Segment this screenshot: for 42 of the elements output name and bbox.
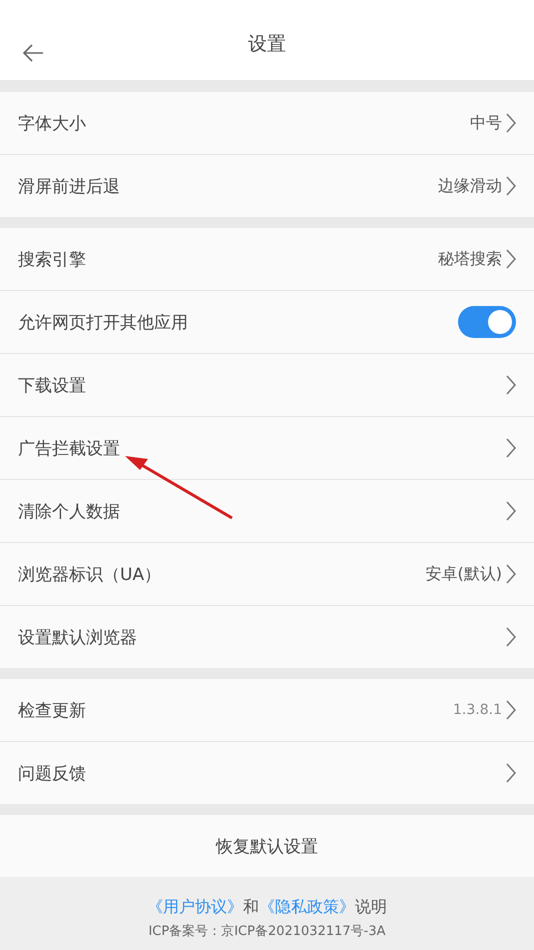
- agreement-text: 《用户协议》和《隐私政策》说明: [147, 897, 387, 918]
- settings-row[interactable]: 字体大小 中号: [0, 92, 534, 154]
- chevron-icon: [506, 176, 516, 196]
- chevron-icon: [506, 564, 516, 584]
- chevron-icon: [506, 501, 516, 521]
- icp-text: ICP备案号：京ICP备2021032117号-3A: [148, 923, 386, 940]
- setting-value: 边缘滑动: [438, 176, 502, 196]
- setting-value: 中号: [470, 112, 502, 134]
- setting-label: 浏览器标识（UA）: [18, 564, 162, 586]
- chevron-icon: [506, 700, 516, 720]
- settings-row[interactable]: 滑屏前进后退 边缘滑动: [0, 154, 534, 217]
- chevron-icon: [506, 763, 516, 783]
- settings-row[interactable]: 检查更新 1.3.8.1: [0, 679, 534, 741]
- setting-label: 字体大小: [18, 112, 87, 134]
- toggle-switch[interactable]: [458, 306, 516, 338]
- back-button[interactable]: [22, 44, 44, 62]
- page-title: 设置: [248, 32, 286, 57]
- settings-row[interactable]: 清除个人数据: [0, 479, 534, 542]
- setting-label: 允许网页打开其他应用: [18, 312, 189, 334]
- settings-row[interactable]: 搜索引擎 秘塔搜索: [0, 228, 534, 290]
- setting-label: 搜索引擎: [18, 248, 87, 270]
- setting-label: 广告拦截设置: [18, 438, 121, 460]
- chevron-icon: [506, 375, 516, 395]
- setting-label: 检查更新: [18, 700, 87, 722]
- chevron-icon: [506, 249, 516, 269]
- chevron-icon: [506, 627, 516, 647]
- setting-value: 安卓(默认): [426, 564, 502, 584]
- chevron-icon: [506, 113, 516, 133]
- settings-row[interactable]: 下载设置: [0, 353, 534, 416]
- settings-row[interactable]: 允许网页打开其他应用: [0, 290, 534, 353]
- settings-row[interactable]: 设置默认浏览器: [0, 605, 534, 668]
- chevron-icon: [506, 438, 516, 458]
- reset-button[interactable]: 恢复默认设置: [0, 815, 534, 877]
- setting-label: 滑屏前进后退: [18, 176, 121, 198]
- setting-label: 清除个人数据: [18, 500, 121, 522]
- setting-label: 问题反馈: [18, 762, 87, 784]
- setting-value: 1.3.8.1: [453, 702, 502, 718]
- settings-row[interactable]: 浏览器标识（UA） 安卓(默认): [0, 542, 534, 605]
- settings-row[interactable]: 问题反馈: [0, 741, 534, 804]
- setting-value: 秘塔搜索: [438, 248, 502, 270]
- setting-label: 设置默认浏览器: [18, 626, 138, 648]
- setting-label: 下载设置: [18, 374, 87, 396]
